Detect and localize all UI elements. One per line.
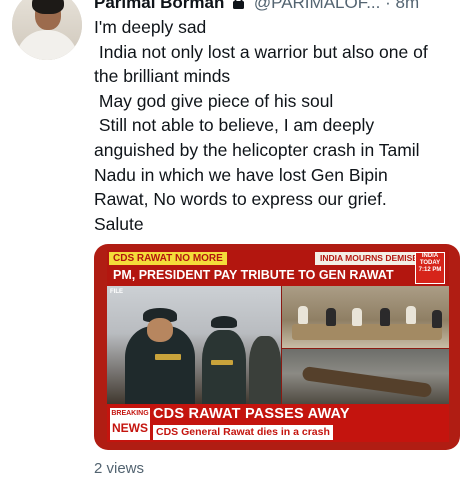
author-name[interactable]: Parimal Borman bbox=[94, 0, 224, 12]
crash-debris bbox=[301, 366, 433, 398]
tweet-media-image[interactable]: CDS RAWAT NO MORE INDIA MOURNS DEMISE IN… bbox=[94, 244, 460, 450]
tweet-line: Nadu in which we have lost Gen Bipin bbox=[94, 164, 388, 185]
tweet-time[interactable]: 8m bbox=[396, 0, 420, 12]
news-sub-caption: CDS General Rawat dies in a crash bbox=[153, 425, 333, 440]
news-main-caption: CDS RAWAT PASSES AWAY bbox=[153, 406, 350, 422]
tweet-line: anguished by the helicopter crash in Tam… bbox=[94, 139, 420, 160]
news-top-banner: CDS RAWAT NO MORE INDIA MOURNS DEMISE IN… bbox=[107, 250, 449, 286]
author-avatar[interactable] bbox=[12, 0, 82, 60]
news-frame: CDS RAWAT NO MORE INDIA MOURNS DEMISE IN… bbox=[107, 250, 449, 442]
news-tag-left: CDS RAWAT NO MORE bbox=[109, 252, 227, 265]
tweet-line: May god give piece of his soul bbox=[94, 90, 334, 111]
avatar-hair bbox=[32, 0, 64, 14]
parade-scene: FILE bbox=[107, 286, 281, 404]
time-separator: · bbox=[385, 0, 391, 12]
meeting-table bbox=[292, 324, 442, 340]
logo-line1: INDIA bbox=[421, 253, 439, 259]
crash-site-scene bbox=[282, 349, 449, 404]
medal-ribbon bbox=[211, 360, 233, 365]
meeting-person bbox=[326, 308, 336, 326]
news-tag-mid: INDIA MOURNS DEMISE bbox=[315, 252, 423, 265]
tweet-header: Parimal Borman @PARIMALOF... · 8m bbox=[94, 0, 419, 15]
logo-line2: TODAY bbox=[419, 260, 441, 266]
view-count[interactable]: 2 views bbox=[94, 460, 144, 478]
tweet-line: Salute bbox=[94, 213, 144, 234]
breaking-news-badge: BREAKING NEWS bbox=[109, 407, 151, 441]
tweet-line: the brilliant minds bbox=[94, 66, 231, 87]
channel-logo: INDIA TODAY 7:12 PM bbox=[415, 252, 445, 284]
meeting-person bbox=[352, 308, 362, 326]
soldier-cap bbox=[211, 316, 237, 328]
meeting-person bbox=[432, 310, 442, 328]
meeting-scene bbox=[282, 286, 449, 348]
meeting-person bbox=[380, 308, 390, 326]
tweet-line: Still not able to believe, I am deeply bbox=[94, 115, 375, 136]
medal-ribbon bbox=[155, 354, 181, 360]
soldier-figure bbox=[249, 336, 281, 404]
breaking-label: BREAKING bbox=[111, 410, 149, 417]
file-tag: FILE bbox=[110, 289, 123, 295]
meeting-person bbox=[406, 306, 416, 324]
news-bottom-bar: BREAKING NEWS CDS RAWAT PASSES AWAY CDS … bbox=[107, 404, 449, 442]
news-label: NEWS bbox=[112, 421, 148, 435]
author-handle[interactable]: @PARIMALOF... bbox=[254, 0, 381, 12]
soldier-figure bbox=[202, 330, 246, 404]
tweet-line: India not only lost a warrior but also o… bbox=[94, 41, 428, 62]
logo-time: 7:12 PM bbox=[418, 267, 442, 273]
tweet-text: I'm deeply sad India not only lost a war… bbox=[94, 15, 466, 236]
tweet-line: I'm deeply sad bbox=[94, 17, 207, 37]
meeting-person bbox=[298, 306, 308, 324]
news-headline: PM, PRESIDENT PAY TRIBUTE TO GEN RAWAT bbox=[113, 268, 394, 282]
soldier-face bbox=[147, 318, 173, 342]
tweet-line: Rawat, No words to express our grief. bbox=[94, 189, 387, 210]
